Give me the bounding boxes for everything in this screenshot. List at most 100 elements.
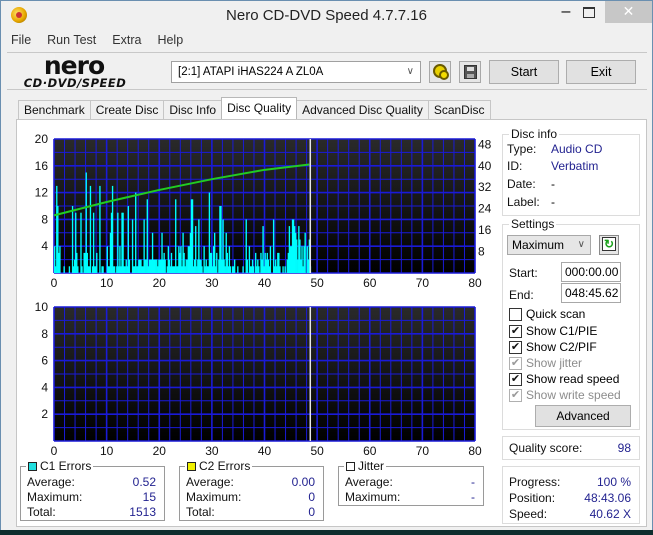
menu-extra[interactable]: Extra <box>110 33 143 51</box>
c2-maximum-value: 0 <box>308 490 315 504</box>
x-tick-label: 70 <box>416 276 430 288</box>
y-tick-label: 10 <box>35 300 49 314</box>
x-tick-label: 50 <box>310 444 324 456</box>
x-tick-label: 80 <box>468 276 482 288</box>
c1-bar <box>77 266 79 273</box>
jitter-color-swatch <box>346 462 355 471</box>
tab-scandisc[interactable]: ScanDisc <box>427 100 491 120</box>
speed-value: 40.62 X <box>589 507 631 521</box>
x-tick-label: 10 <box>100 444 114 456</box>
jitter-average-label: Average: <box>345 475 393 489</box>
end-time-input[interactable]: 048:45.62 <box>561 283 621 303</box>
divider <box>7 89 647 90</box>
c2-total-label: Total: <box>186 505 215 519</box>
c1-bar <box>216 252 218 273</box>
position-label: Position: <box>509 491 556 505</box>
checkbox-label: Show C1/PIE <box>526 324 598 338</box>
x-tick-label: 20 <box>153 276 167 288</box>
c1-bar <box>242 266 244 273</box>
y-tick-label: 20 <box>35 132 49 146</box>
y-tick-label: 8 <box>41 327 48 341</box>
y2-tick-label: 24 <box>478 202 492 216</box>
speed-select[interactable]: Maximum ∨ <box>507 235 591 255</box>
date-label: Date: <box>507 177 536 191</box>
menu-run-test[interactable]: Run Test <box>45 33 98 51</box>
drive-select[interactable]: [2:1] ATAPI iHAS224 A ZL0A ∨ <box>171 61 421 83</box>
id-value: Verbatim <box>551 159 599 173</box>
tab-disc-info[interactable]: Disc Info <box>163 100 223 120</box>
c1-bar <box>164 259 166 273</box>
id-label: ID: <box>507 159 523 173</box>
c1-bar <box>282 266 284 273</box>
checkmark-icon: ✔ <box>509 324 522 338</box>
minimize-button[interactable]: – <box>556 4 576 23</box>
tab-benchmark[interactable]: Benchmark <box>18 100 91 120</box>
show-c1-checkbox[interactable]: ✔ Show C1/PIE <box>509 324 597 338</box>
start-time-input[interactable]: 000:00.00 <box>561 262 621 282</box>
checkmark-icon: ✔ <box>509 356 522 370</box>
drive-select-value: [2:1] ATAPI iHAS224 A ZL0A <box>178 66 324 78</box>
c1-title-text: C1 Errors <box>40 459 92 473</box>
c2-chart: 0 10 20 30 40 50 60 70 80 2 4 6 8 10 <box>35 300 482 456</box>
taskbar-strip <box>0 530 653 535</box>
c1-bar <box>284 266 286 273</box>
c2-total-value: 0 <box>308 505 315 519</box>
c1-bar <box>175 199 177 273</box>
x-tick-label: 0 <box>51 444 58 456</box>
show-c2-checkbox[interactable]: ✔ Show C2/PIF <box>509 340 597 354</box>
window-title: Nero CD-DVD Speed 4.7.7.16 <box>226 7 427 24</box>
disc-info-title: Disc info <box>509 127 560 141</box>
tab-create-disc[interactable]: Create Disc <box>89 100 165 120</box>
y2-tick-label: 48 <box>478 137 492 151</box>
progress-label: Progress: <box>509 475 561 489</box>
jitter-maximum-label: Maximum: <box>345 490 401 504</box>
floppy-disk-icon <box>464 65 477 79</box>
close-button[interactable]: ✕ <box>605 1 652 23</box>
app-window: Nero CD-DVD Speed 4.7.7.16 – ✕ File Run … <box>0 0 653 535</box>
menu-help[interactable]: Help <box>155 33 185 51</box>
menu-file[interactable]: File <box>9 33 33 51</box>
refresh-button[interactable]: ↻ <box>599 235 619 255</box>
quality-score-label: Quality score: <box>509 441 583 455</box>
checkbox-label: Show read speed <box>526 372 620 386</box>
y2-tick-label: 16 <box>478 223 492 237</box>
c2-average-label: Average: <box>186 475 234 489</box>
start-label: Start: <box>509 266 538 280</box>
x-tick-label: 70 <box>416 444 430 456</box>
c1-bar <box>246 259 248 273</box>
c1-chart: 0 10 20 30 40 50 60 70 804812162081624324048 <box>35 132 492 288</box>
checkbox-label: Show jitter <box>526 356 583 370</box>
drive-settings-button[interactable] <box>429 61 451 83</box>
settings-title: Settings <box>509 217 557 231</box>
show-read-speed-checkbox[interactable]: ✔ Show read speed <box>509 372 619 386</box>
exit-button[interactable]: Exit <box>566 60 636 84</box>
y-tick-label: 12 <box>35 186 49 200</box>
x-tick-label: 30 <box>205 276 219 288</box>
start-button[interactable]: Start <box>489 60 559 84</box>
quick-scan-checkbox[interactable]: Quick scan <box>509 307 585 321</box>
advanced-button[interactable]: Advanced <box>535 405 631 427</box>
chevron-down-icon: ∨ <box>406 66 414 77</box>
c1-bar <box>135 192 137 273</box>
checkmark-icon: ✔ <box>509 340 522 354</box>
y-tick-label: 4 <box>41 380 48 394</box>
c1-bar <box>80 212 82 273</box>
jitter-title: Jitter <box>344 459 387 473</box>
title-bar: Nero CD-DVD Speed 4.7.7.16 – ✕ <box>1 1 652 31</box>
c1-bar <box>146 199 148 273</box>
x-tick-label: 10 <box>100 276 114 288</box>
c1-bar <box>99 185 101 273</box>
gear-small-icon <box>439 70 449 80</box>
c1-bar <box>279 266 281 273</box>
c1-bar <box>229 266 232 273</box>
c1-bar <box>102 266 104 273</box>
tab-disc-quality[interactable]: Disc Quality <box>221 97 298 119</box>
c2-errors-title: C2 Errors <box>185 459 253 473</box>
tab-advanced-disc-quality[interactable]: Advanced Disc Quality <box>296 100 429 120</box>
maximize-button[interactable] <box>579 4 599 22</box>
c1-bar <box>252 266 255 273</box>
save-button[interactable] <box>459 61 481 83</box>
label-value: - <box>551 195 555 209</box>
c1-average-value: 0.52 <box>132 475 156 489</box>
y-tick-label: 4 <box>41 239 48 253</box>
